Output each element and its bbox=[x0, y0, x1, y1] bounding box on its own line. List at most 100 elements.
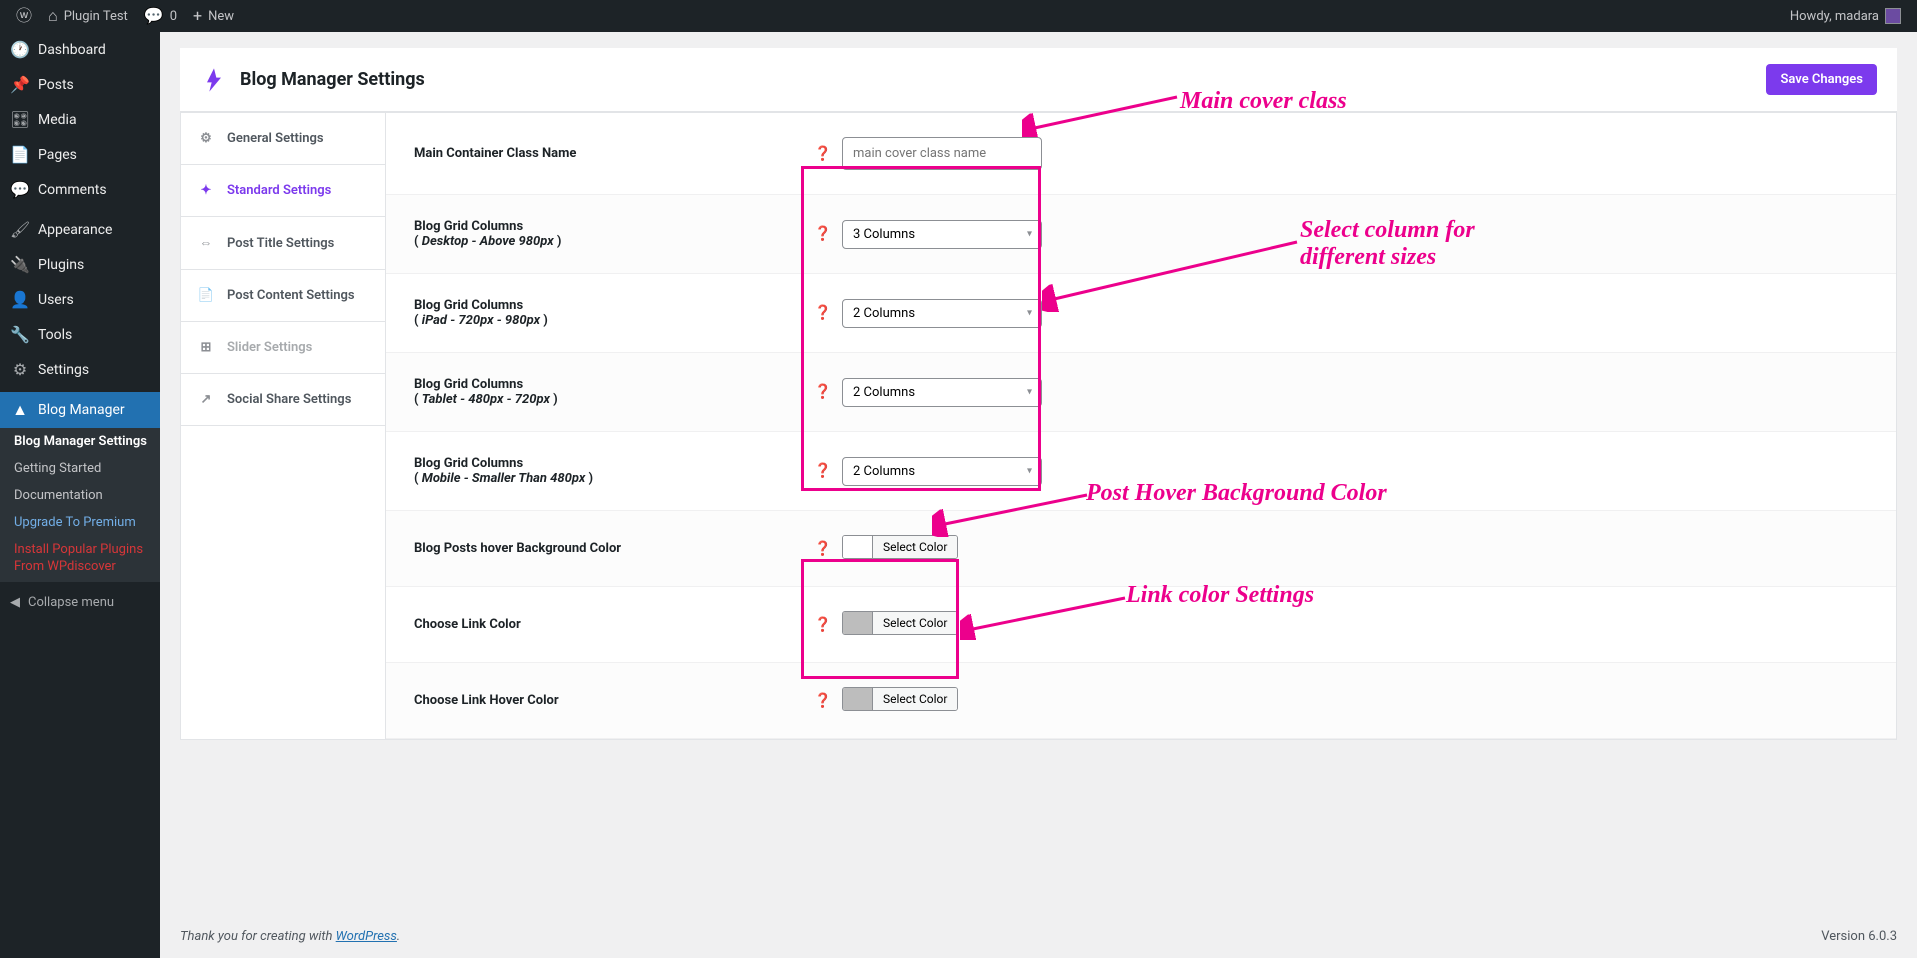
link-color-picker[interactable]: Select Color bbox=[842, 611, 958, 635]
menu-item-dashboard[interactable]: 🕐Dashboard bbox=[0, 32, 160, 67]
pin-icon: 📌 bbox=[10, 75, 30, 94]
howdy-text: Howdy, madara bbox=[1790, 9, 1879, 24]
submenu-item-upgrade-to-premium[interactable]: Upgrade To Premium bbox=[0, 509, 160, 536]
help-icon[interactable]: ❓ bbox=[814, 384, 842, 400]
row-grid-mobile: Blog Grid Columns( Mobile - Smaller Than… bbox=[386, 432, 1896, 511]
comment-icon: 💬 bbox=[10, 180, 30, 199]
submenu-item-documentation[interactable]: Documentation bbox=[0, 482, 160, 509]
row-grid-desktop: Blog Grid Columns( Desktop - Above 980px… bbox=[386, 195, 1896, 274]
menu-label: Comments bbox=[38, 182, 107, 198]
content-area: Blog Manager Settings Save Changes ⚙Gene… bbox=[160, 32, 1917, 958]
tab-label: Slider Settings bbox=[227, 340, 312, 355]
help-icon[interactable]: ❓ bbox=[814, 541, 842, 557]
menu-label: Tools bbox=[38, 327, 72, 343]
help-icon[interactable]: ❓ bbox=[814, 617, 842, 633]
tab-icon: ⚙ bbox=[197, 131, 215, 146]
tab-label: Post Content Settings bbox=[227, 288, 355, 303]
account-menu[interactable]: Howdy, madara bbox=[1782, 0, 1909, 32]
site-name-menu[interactable]: ⌂Plugin Test bbox=[40, 0, 136, 32]
wordpress-link[interactable]: WordPress bbox=[336, 929, 397, 944]
field-label: Blog Grid Columns( Mobile - Smaller Than… bbox=[414, 456, 814, 486]
select-color-button[interactable]: Select Color bbox=[873, 612, 957, 634]
field-label: Blog Posts hover Background Color bbox=[414, 541, 814, 556]
menu-item-users[interactable]: 👤Users bbox=[0, 282, 160, 317]
collapse-menu[interactable]: ◀ Collapse menu bbox=[0, 587, 160, 618]
tab-standard-settings[interactable]: ✦Standard Settings bbox=[181, 165, 385, 217]
page-icon: 📄 bbox=[10, 145, 30, 164]
settings-form: Main Container Class Name ❓ Blog Grid Co… bbox=[386, 113, 1896, 739]
comments-menu[interactable]: 💬0 bbox=[136, 0, 185, 32]
wp-footer: Thank you for creating with WordPress. V… bbox=[160, 915, 1917, 958]
tab-post-title-settings[interactable]: ⇔ Post Title Settings bbox=[181, 217, 385, 270]
page-title: Blog Manager Settings bbox=[240, 69, 425, 90]
field-label: Choose Link Hover Color bbox=[414, 693, 814, 708]
avatar-icon bbox=[1885, 8, 1901, 24]
menu-label: Pages bbox=[38, 147, 77, 163]
color-swatch bbox=[843, 612, 873, 634]
help-icon[interactable]: ❓ bbox=[814, 463, 842, 479]
submenu-item-install-popular-plugins-from-wpdiscover[interactable]: Install Popular Plugins From WPdiscover bbox=[0, 536, 160, 582]
settings-tabs: ⚙General Settings✦Standard Settings ⇔ Post… bbox=[181, 113, 386, 739]
help-icon[interactable]: ❓ bbox=[814, 226, 842, 242]
hover-bg-color-picker[interactable]: Select Color bbox=[842, 535, 958, 559]
plugin-logo-icon bbox=[200, 66, 228, 94]
footer-thanks: Thank you for creating with WordPress. bbox=[180, 929, 400, 944]
menu-item-pages[interactable]: 📄 Pages bbox=[0, 137, 160, 172]
main-container-class-input[interactable] bbox=[842, 137, 1042, 170]
submenu-item-getting-started[interactable]: Getting Started bbox=[0, 455, 160, 482]
menu-label: Plugins bbox=[38, 257, 84, 273]
field-label: Blog Grid Columns( Tablet - 480px - 720p… bbox=[414, 377, 814, 407]
footer-version: Version 6.0.3 bbox=[1821, 929, 1897, 944]
menu-item-plugins[interactable]: 🔌 Plugins bbox=[0, 247, 160, 282]
media-icon: 🎛 bbox=[10, 110, 30, 129]
new-content-menu[interactable]: +New bbox=[185, 0, 242, 32]
home-icon: ⌂ bbox=[48, 8, 58, 24]
menu-label: Blog Manager bbox=[38, 402, 125, 418]
field-label: Blog Grid Columns( Desktop - Above 980px… bbox=[414, 219, 814, 249]
comment-icon: 💬 bbox=[144, 8, 164, 24]
menu-item-tools[interactable]: 🔧Tools bbox=[0, 317, 160, 352]
collapse-icon: ◀ bbox=[10, 595, 20, 610]
blog-manager-submenu: Blog Manager SettingsGetting StartedDocu… bbox=[0, 428, 160, 582]
wp-logo-menu[interactable]: ⓦ bbox=[8, 0, 40, 32]
grid-columns-mobile-select[interactable]: 2 Columns bbox=[842, 457, 1042, 486]
grid-columns-desktop-select[interactable]: 3 Columns bbox=[842, 220, 1042, 249]
grid-columns-ipad-select[interactable]: 2 Columns bbox=[842, 299, 1042, 328]
admin-menu: 🕐Dashboard📌Posts 🎛 Media 📄 Pages 💬 Comments 🖌Ap… bbox=[0, 32, 160, 958]
tab-social-share-settings[interactable]: ↗Social Share Settings bbox=[181, 374, 385, 426]
collapse-label: Collapse menu bbox=[28, 595, 114, 610]
submenu-item-blog-manager-settings[interactable]: Blog Manager Settings bbox=[0, 428, 160, 455]
menu-item-blog-manager[interactable]: ▲Blog Manager bbox=[0, 392, 160, 428]
menu-item-comments[interactable]: 💬 Comments bbox=[0, 172, 160, 207]
menu-label: Dashboard bbox=[38, 42, 106, 58]
tab-icon: ✦ bbox=[197, 183, 215, 198]
select-color-button[interactable]: Select Color bbox=[873, 688, 957, 710]
menu-item-appearance[interactable]: 🖌Appearance bbox=[0, 212, 160, 247]
appearance-icon: 🖌 bbox=[10, 220, 30, 239]
menu-label: Users bbox=[38, 292, 74, 308]
tab-icon: ⇔ bbox=[197, 235, 215, 251]
color-swatch bbox=[843, 688, 873, 710]
menu-item-media[interactable]: 🎛 Media bbox=[0, 102, 160, 137]
link-hover-color-picker[interactable]: Select Color bbox=[842, 687, 958, 711]
plugin-icon: 🔌 bbox=[10, 255, 30, 274]
help-icon[interactable]: ❓ bbox=[814, 693, 842, 709]
admin-toolbar: ⓦ ⌂Plugin Test 💬0 +New Howdy, madara bbox=[0, 0, 1917, 32]
plus-icon: + bbox=[193, 8, 202, 24]
settings-panel: ⚙General Settings✦Standard Settings ⇔ Post… bbox=[180, 112, 1897, 740]
tab-label: Post Title Settings bbox=[227, 236, 334, 251]
help-icon[interactable]: ❓ bbox=[814, 146, 842, 162]
tab-general-settings[interactable]: ⚙General Settings bbox=[181, 113, 385, 165]
help-icon[interactable]: ❓ bbox=[814, 305, 842, 321]
save-changes-button[interactable]: Save Changes bbox=[1766, 64, 1877, 95]
menu-item-posts[interactable]: 📌Posts bbox=[0, 67, 160, 102]
select-color-button[interactable]: Select Color bbox=[873, 536, 957, 558]
tab-post-content-settings[interactable]: 📄Post Content Settings bbox=[181, 270, 385, 322]
row-link-hover-color: Choose Link Hover Color ❓ Select Color bbox=[386, 663, 1896, 739]
tab-icon: ↗ bbox=[197, 392, 215, 407]
menu-label: Settings bbox=[38, 362, 89, 378]
menu-label: Media bbox=[38, 112, 77, 128]
menu-item-settings[interactable]: ⚙Settings bbox=[0, 352, 160, 387]
grid-columns-tablet-select[interactable]: 2 Columns bbox=[842, 378, 1042, 407]
tab-slider-settings[interactable]: ⊞Slider Settings bbox=[181, 322, 385, 374]
